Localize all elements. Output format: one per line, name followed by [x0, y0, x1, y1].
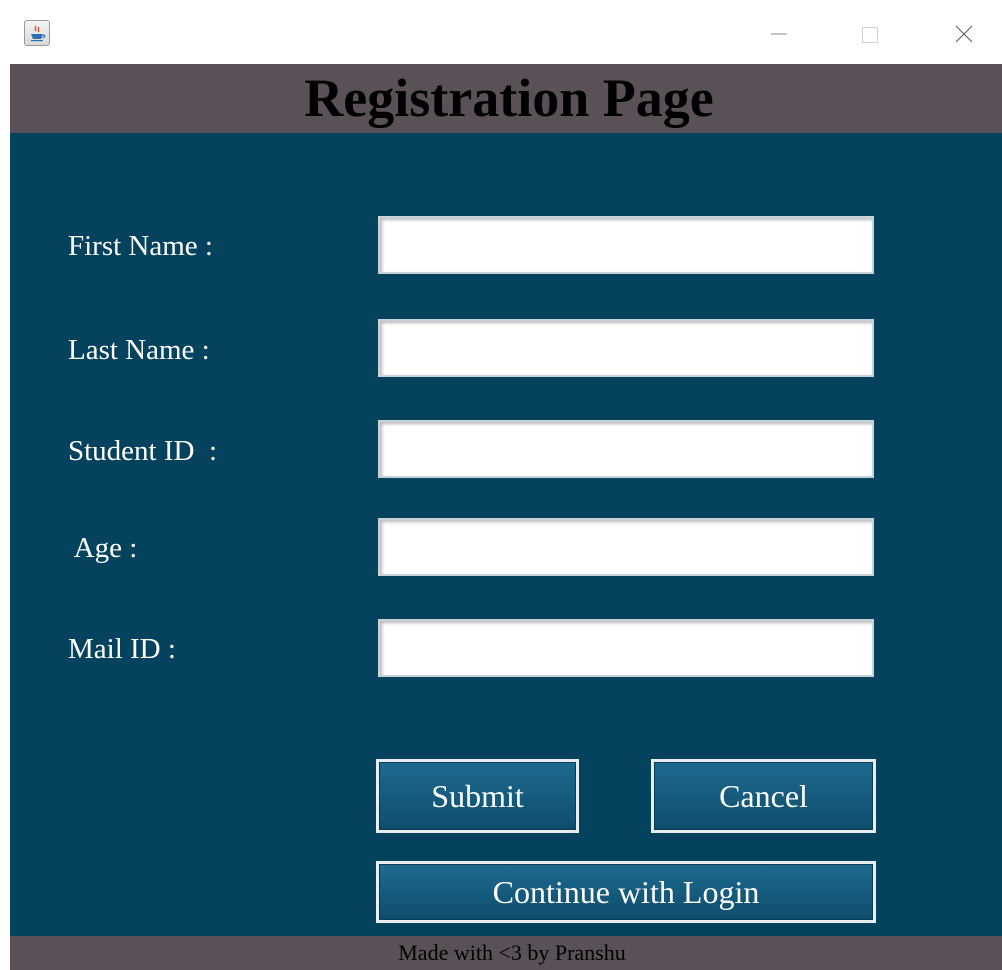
maximize-button[interactable] [846, 14, 892, 54]
footer-credit: Made with <3 by Pranshu [398, 940, 626, 965]
submit-button[interactable]: Submit [376, 759, 579, 833]
minimize-icon [771, 33, 787, 35]
last-name-label: Last Name : [68, 334, 210, 366]
java-icon [24, 20, 50, 46]
registration-panel: Registration Page First Name : Last Name… [10, 64, 1002, 970]
close-button[interactable] [941, 14, 987, 54]
last-name-input[interactable] [378, 319, 874, 377]
minimize-button[interactable] [756, 14, 802, 54]
first-name-label: First Name : [68, 230, 213, 262]
cancel-button[interactable]: Cancel [651, 759, 876, 833]
mail-id-label: Mail ID : [68, 633, 176, 665]
student-id-input[interactable] [378, 420, 874, 478]
page-title: Registration Page [304, 68, 714, 128]
title-bar [0, 0, 1002, 64]
app-window: Registration Page First Name : Last Name… [0, 0, 1002, 970]
age-input[interactable] [378, 518, 874, 576]
close-icon [955, 25, 973, 43]
header-bar: Registration Page [10, 64, 1002, 133]
continue-with-login-button[interactable]: Continue with Login [376, 861, 876, 923]
maximize-icon [862, 27, 878, 43]
footer-bar: Made with <3 by Pranshu [10, 936, 1002, 970]
mail-id-input[interactable] [378, 619, 874, 677]
student-id-label: Student ID : [68, 435, 218, 467]
first-name-input[interactable] [378, 216, 874, 274]
age-label: Age : [68, 532, 138, 564]
